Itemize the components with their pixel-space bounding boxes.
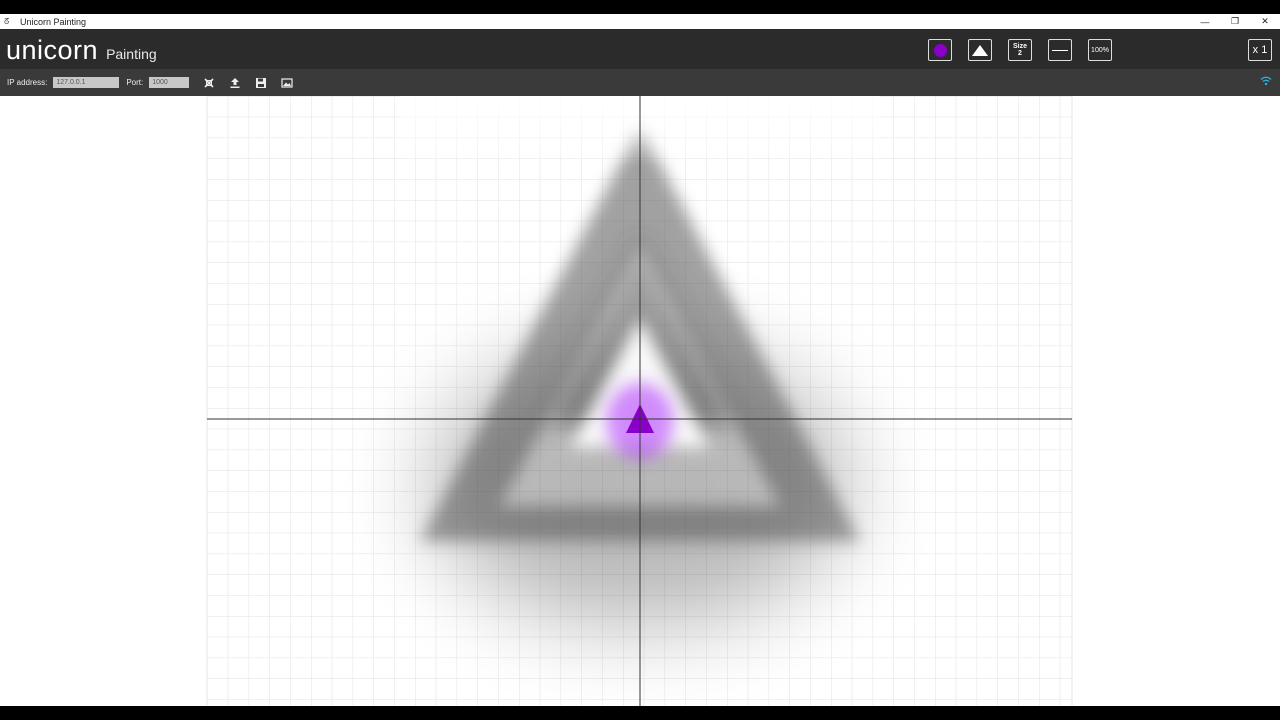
zoom-label: 100% [1091,46,1109,54]
shape-picker-button[interactable] [968,39,992,61]
minimize-button[interactable]: — [1190,14,1220,29]
restore-button[interactable]: ❐ [1220,14,1250,29]
window-controls: — ❐ ✕ [1190,14,1280,29]
close-button[interactable]: ✕ [1250,14,1280,29]
save-icon[interactable] [255,77,267,89]
multiplier-label: x 1 [1252,44,1268,56]
window-titlebar: ᘔ Unicorn Painting — ❐ ✕ [0,14,1280,29]
window-title: Unicorn Painting [20,16,87,27]
app-logo: unicorn Painting [6,35,157,66]
connection-toolbar: IP address: Port: [0,69,1280,96]
size-value: 2 [1018,50,1022,57]
painting-canvas[interactable] [0,96,1280,706]
app-header: unicorn Painting Size 2 100% x 1 [0,29,1280,69]
ip-address-label: IP address: [7,78,48,87]
disconnect-icon[interactable] [203,77,215,89]
ip-address-input[interactable] [53,77,120,88]
size-label: Size [1012,43,1027,50]
image-icon[interactable] [281,77,293,89]
multiplier-button[interactable]: x 1 [1248,39,1272,61]
brand-subtitle: Painting [106,46,157,62]
triangle-icon [972,44,988,56]
upload-icon[interactable] [229,77,241,89]
port-label: Port: [126,78,144,87]
top-black-border [0,0,1280,14]
size-button[interactable]: Size 2 [1008,39,1032,61]
port-input[interactable] [149,77,190,88]
canvas-drawing [206,96,1073,706]
wifi-icon [1260,76,1272,89]
line-icon [1052,49,1068,51]
purple-dot-icon [933,43,947,57]
brand-name: unicorn [6,35,99,65]
line-style-button[interactable] [1048,39,1072,61]
color-picker-button[interactable] [928,39,952,61]
zoom-button[interactable]: 100% [1088,39,1112,61]
unicorn-app-icon: ᘔ [4,16,10,26]
bottom-black-border [0,706,1280,720]
